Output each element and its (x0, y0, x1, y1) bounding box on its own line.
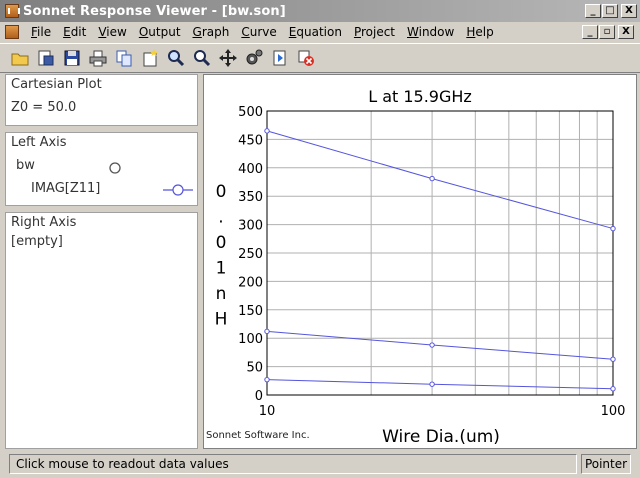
toolbar (0, 43, 640, 73)
curve-panel: Cartesian Plot Z0 = 50.0 Left Axis bw IM… (0, 74, 200, 449)
curve-name[interactable]: IMAG[Z11] (31, 181, 100, 196)
menu-equation[interactable]: Equation (283, 25, 348, 39)
save-as-icon[interactable] (34, 47, 58, 69)
y-label-char: H (215, 310, 228, 330)
series-line-2[interactable] (266, 330, 614, 360)
data-point[interactable] (610, 225, 616, 232)
refresh-icon[interactable] (268, 47, 292, 69)
grid (266, 110, 614, 396)
status-bar: Click mouse to readout data values Point… (0, 452, 640, 478)
menu-view[interactable]: View (92, 25, 132, 39)
close-button[interactable]: X (621, 4, 637, 18)
right-axis-empty: [empty] (11, 234, 63, 249)
window-title: Sonnet Response Viewer - [bw.son] (23, 3, 286, 19)
y-tick-label: 50 (246, 361, 263, 376)
project-symbol-icon (109, 162, 121, 174)
menu-output[interactable]: Output (133, 25, 187, 39)
y-label-char: 1 (216, 259, 227, 279)
x-tick-labels: 10 100 (259, 404, 626, 419)
data-point[interactable] (610, 386, 616, 392)
menu-edit[interactable]: Edit (57, 25, 92, 39)
data-point[interactable] (264, 376, 270, 383)
data-point[interactable] (264, 128, 270, 134)
data-point[interactable] (429, 381, 435, 387)
app-icon[interactable] (5, 4, 20, 18)
data-point[interactable] (429, 175, 435, 182)
y-tick-label: 150 (238, 304, 263, 319)
save-icon[interactable] (60, 47, 84, 69)
zoom-out-icon[interactable] (190, 47, 214, 69)
curve-line-symbol-icon (163, 184, 193, 196)
status-message: Click mouse to readout data values (9, 454, 577, 474)
plot-type-label: Cartesian Plot (11, 77, 102, 92)
chart-title: L at 15.9GHz (368, 87, 472, 106)
data-point[interactable] (264, 328, 270, 335)
doc-restore-button[interactable]: ▫ (599, 25, 615, 39)
y-label-char: 0 (216, 233, 227, 253)
document-icon[interactable] (5, 25, 19, 39)
plot-info-group: Cartesian Plot Z0 = 50.0 (5, 74, 198, 126)
menu-window[interactable]: Window (401, 25, 460, 39)
menu-bar: File Edit View Output Graph Curve Equati… (0, 22, 640, 42)
new-icon[interactable] (138, 47, 162, 69)
series-line-1[interactable] (266, 130, 614, 230)
settings-icon[interactable] (242, 47, 266, 69)
y-tick-labels: 0 50 100 150 200 250 300 350 400 450 500 (238, 105, 263, 404)
title-bar: Sonnet Response Viewer - [bw.son] _ □ X (0, 0, 640, 22)
left-axis-title: Left Axis (11, 135, 67, 150)
doc-minimize-button[interactable]: _ (582, 25, 598, 39)
y-axis-label: 0. 0 1 nH (215, 182, 228, 330)
series-line-3[interactable] (266, 379, 614, 390)
y-label-char: 0 (216, 182, 227, 202)
footer-credit: Sonnet Software Inc. (206, 430, 310, 441)
z0-label: Z0 = 50.0 (11, 100, 77, 115)
y-tick-label: 200 (238, 275, 263, 290)
menu-project[interactable]: Project (348, 25, 401, 39)
data-point[interactable] (429, 342, 435, 348)
minimize-button[interactable]: _ (585, 4, 601, 18)
x-tick-label: 10 (259, 404, 276, 419)
plot-area[interactable]: 0 50 100 150 200 250 300 350 400 450 500 10 100 L a… (203, 74, 637, 449)
x-axis-label: Wire Dia.(um) (382, 427, 500, 447)
y-tick-label: 0 (255, 389, 263, 404)
doc-close-button[interactable]: X (618, 25, 634, 39)
y-tick-label: 100 (238, 332, 263, 347)
menu-graph[interactable]: Graph (187, 25, 236, 39)
y-tick-label: 300 (238, 219, 263, 234)
pan-icon[interactable] (216, 47, 240, 69)
maximize-button[interactable]: □ (602, 4, 618, 18)
y-label-char: n (216, 284, 227, 304)
y-tick-label: 500 (238, 105, 263, 120)
y-tick-label: 450 (238, 133, 263, 148)
y-tick-label: 400 (238, 162, 263, 177)
zoom-in-icon[interactable] (164, 47, 188, 69)
data-point[interactable] (610, 356, 616, 362)
status-mode: Pointer (581, 454, 631, 474)
y-label-char: . (218, 208, 223, 228)
right-axis-title: Right Axis (11, 215, 77, 230)
menu-help[interactable]: Help (460, 25, 499, 39)
stop-icon[interactable] (294, 47, 318, 69)
y-tick-label: 350 (238, 190, 263, 205)
print-icon[interactable] (86, 47, 110, 69)
right-axis-group: Right Axis [empty] (5, 212, 198, 449)
open-icon[interactable] (8, 47, 32, 69)
y-tick-label: 250 (238, 247, 263, 262)
x-tick-label: 100 (601, 404, 626, 419)
copy-icon[interactable] (112, 47, 136, 69)
left-axis-group: Left Axis bw IMAG[Z11] (5, 132, 198, 206)
menu-file[interactable]: File (25, 25, 57, 39)
chart-svg[interactable]: 050100150200250300350400450500 10 100 L a… (204, 75, 636, 448)
menu-curve[interactable]: Curve (235, 25, 282, 39)
project-name[interactable]: bw (16, 158, 35, 173)
